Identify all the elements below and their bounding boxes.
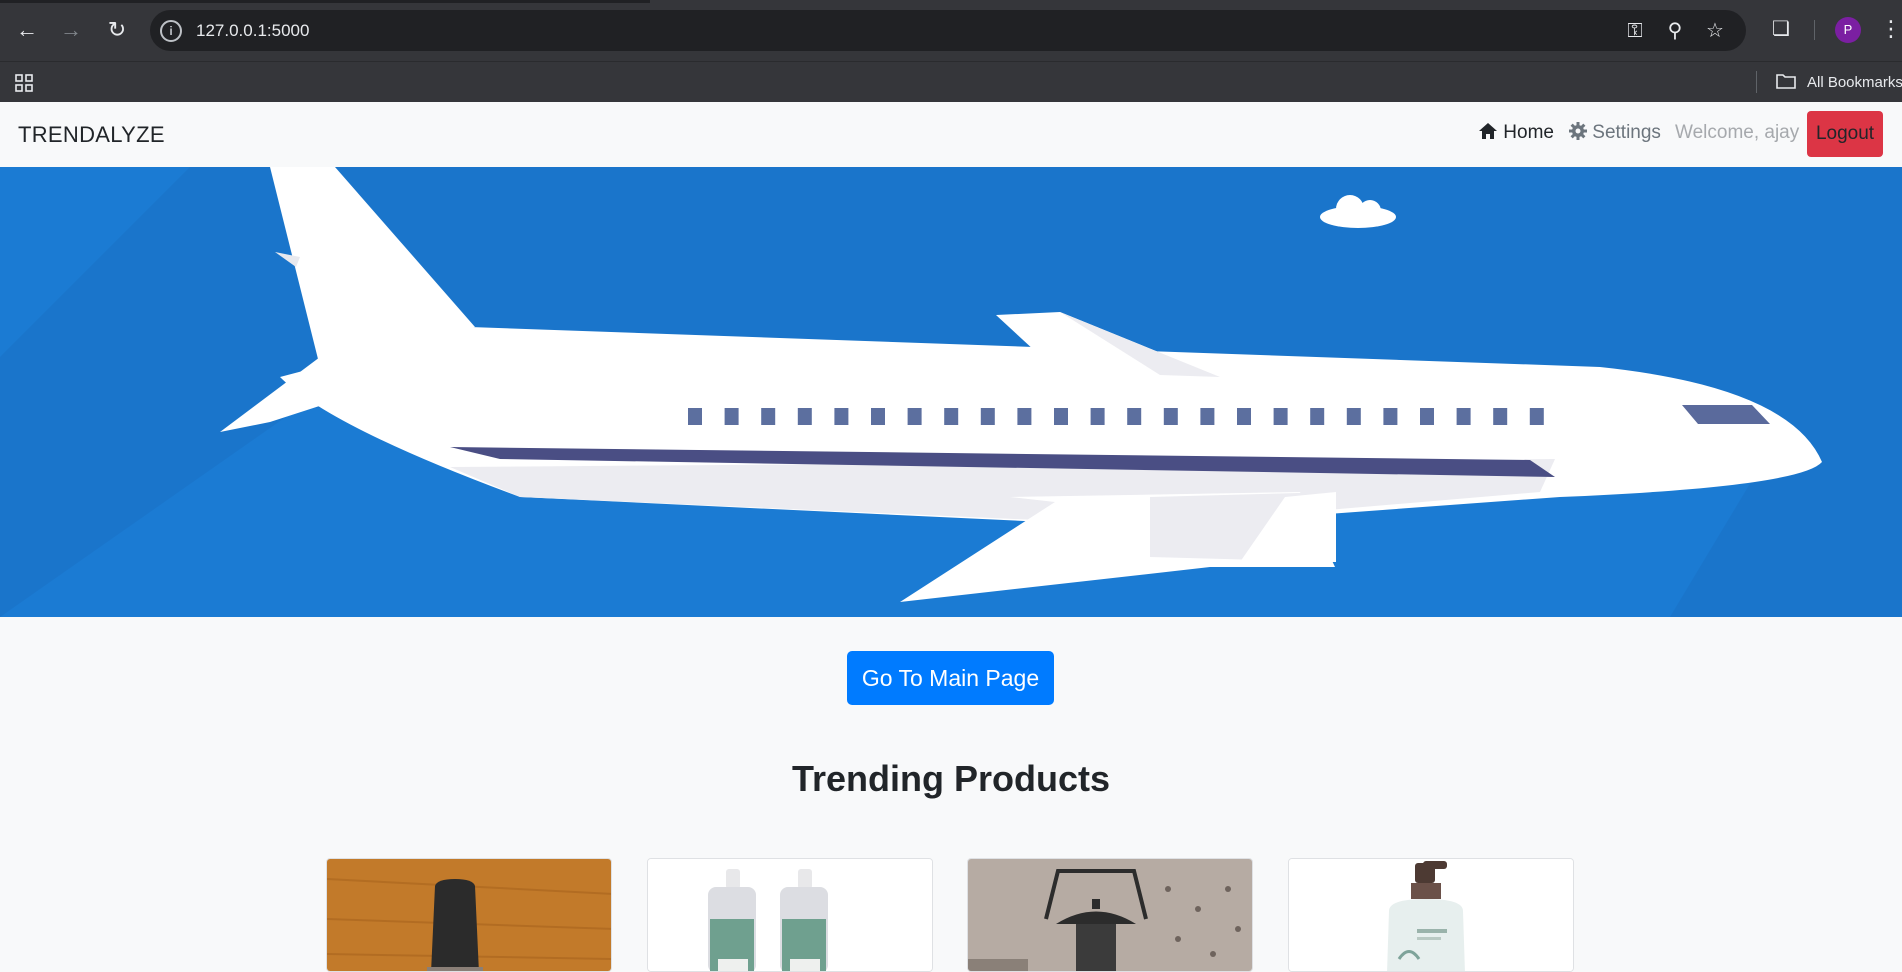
airplane-window: [834, 408, 849, 425]
logout-button[interactable]: Logout: [1807, 111, 1883, 157]
reload-icon[interactable]: ↻: [104, 17, 130, 43]
airplane-window: [1163, 408, 1178, 425]
product-card[interactable]: [1288, 858, 1574, 972]
airplane-window: [1273, 408, 1288, 425]
folder-icon[interactable]: [1776, 72, 1796, 95]
airplane-window: [1090, 408, 1105, 425]
all-bookmarks-link[interactable]: All Bookmarks: [1807, 74, 1902, 91]
gear-icon: [1569, 122, 1592, 143]
toolbar-divider: [1814, 20, 1815, 40]
airplane-window: [1237, 408, 1251, 425]
forward-icon[interactable]: →: [58, 17, 84, 43]
brand-logo[interactable]: TRENDALYZE: [18, 122, 165, 148]
airplane-window: [1383, 408, 1398, 425]
airplane-window: [1493, 408, 1508, 425]
home-icon: [1478, 122, 1503, 143]
active-tab-strip: [0, 0, 650, 3]
trending-products-heading: Trending Products: [791, 758, 1111, 799]
go-to-main-page-button[interactable]: Go To Main Page: [847, 651, 1054, 705]
airplane-window: [1420, 408, 1434, 425]
nav-home[interactable]: Home: [1478, 122, 1554, 144]
airplane-window: [1310, 408, 1325, 425]
airplane-window: [688, 408, 702, 425]
product-card[interactable]: [647, 858, 933, 972]
airplane-window: [1017, 408, 1032, 425]
product-image-lantern: [968, 859, 1252, 971]
nav-settings[interactable]: Settings: [1569, 122, 1661, 144]
airplane-window: [761, 408, 776, 425]
profile-avatar[interactable]: P: [1835, 17, 1861, 43]
bookmarks-bar: All Bookmarks: [0, 61, 1902, 102]
airplane-window: [1346, 408, 1361, 425]
hero-banner-image: [0, 167, 1902, 617]
product-image-nail-polish: [327, 859, 611, 971]
address-bar[interactable]: i 127.0.0.1:5000 ⚿ ⚲ ☆: [150, 10, 1746, 51]
airplane-window: [1200, 408, 1215, 425]
airplane-window: [1054, 408, 1068, 425]
product-image-spray-bottles: [648, 859, 932, 971]
browser-menu-icon[interactable]: ⋮: [1880, 16, 1902, 42]
nav-settings-label: Settings: [1592, 122, 1661, 143]
airplane-window: [1456, 408, 1471, 425]
back-icon[interactable]: ←: [14, 17, 40, 43]
site-info-icon[interactable]: i: [160, 20, 182, 42]
airplane-window: [980, 408, 995, 425]
airplane-window: [1529, 408, 1544, 425]
airplane-window: [1127, 408, 1142, 425]
url-text[interactable]: 127.0.0.1:5000: [196, 21, 309, 41]
airplane-window: [907, 408, 922, 425]
product-image-lotion-bottle: [1289, 859, 1573, 971]
zoom-icon[interactable]: ⚲: [1662, 18, 1688, 44]
bookmarks-divider: [1756, 71, 1757, 93]
password-key-icon[interactable]: ⚿: [1622, 18, 1648, 44]
apps-grid-icon[interactable]: [14, 73, 34, 93]
airplane-window: [724, 408, 739, 425]
site-navbar: TRENDALYZE Home Settings Welcome, ajay L…: [0, 102, 1902, 167]
airplane-window: [871, 408, 885, 425]
welcome-text: Welcome, ajay: [1675, 122, 1800, 143]
browser-toolbar: ← → ↻ i 127.0.0.1:5000 ⚿ ⚲ ☆ ❏ P ⋮: [0, 0, 1902, 61]
nav-home-label: Home: [1503, 122, 1554, 143]
airplane-window: [797, 408, 812, 425]
airplane-window: [944, 408, 959, 425]
product-card[interactable]: [326, 858, 612, 972]
extensions-icon[interactable]: ❏: [1768, 16, 1794, 42]
bookmark-star-icon[interactable]: ☆: [1702, 18, 1728, 44]
product-card[interactable]: [967, 858, 1253, 972]
